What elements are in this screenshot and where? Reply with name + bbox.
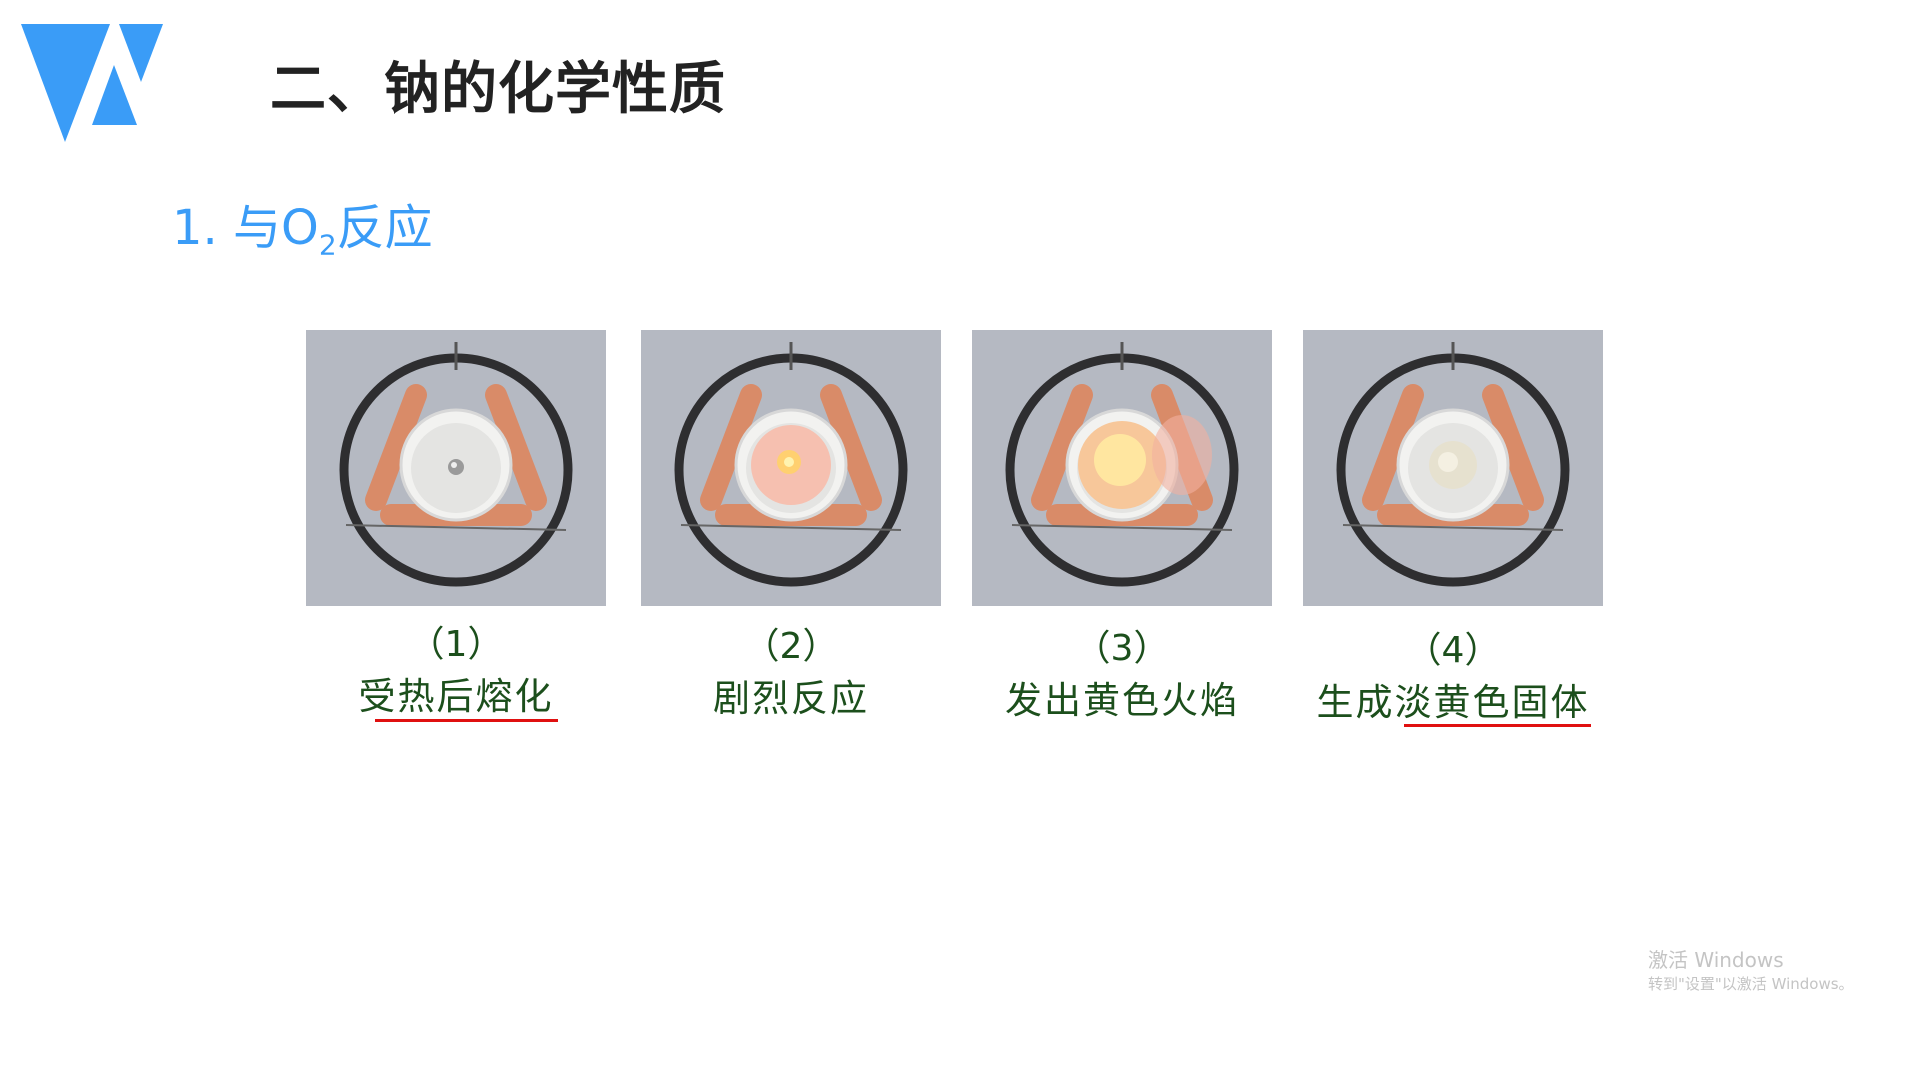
logo-icon — [21, 24, 163, 142]
activation-watermark-title: 激活 Windows — [1648, 948, 1784, 972]
activation-watermark-text: 转到"设置"以激活 Windows。 — [1648, 975, 1854, 993]
experiment-photo — [641, 330, 941, 606]
page-title: 二、钠的化学性质 — [270, 57, 726, 122]
step-caption: 剧烈反应 — [713, 677, 869, 720]
step-number: （3） — [1074, 628, 1170, 669]
experiment-photo — [972, 330, 1272, 606]
experiment-photo — [306, 330, 606, 606]
step-number: （1） — [408, 624, 504, 665]
step-number: （2） — [743, 626, 839, 667]
experiment-photo — [1303, 330, 1603, 606]
section-title: 1. 与O2反应 — [172, 200, 433, 262]
underline — [1404, 724, 1591, 727]
step-number: （4） — [1405, 630, 1501, 671]
step-caption: 受热后熔化 — [358, 675, 554, 718]
underline — [375, 719, 558, 722]
step-caption: 生成淡黄色固体 — [1316, 681, 1590, 724]
step-caption: 发出黄色火焰 — [1005, 679, 1239, 722]
